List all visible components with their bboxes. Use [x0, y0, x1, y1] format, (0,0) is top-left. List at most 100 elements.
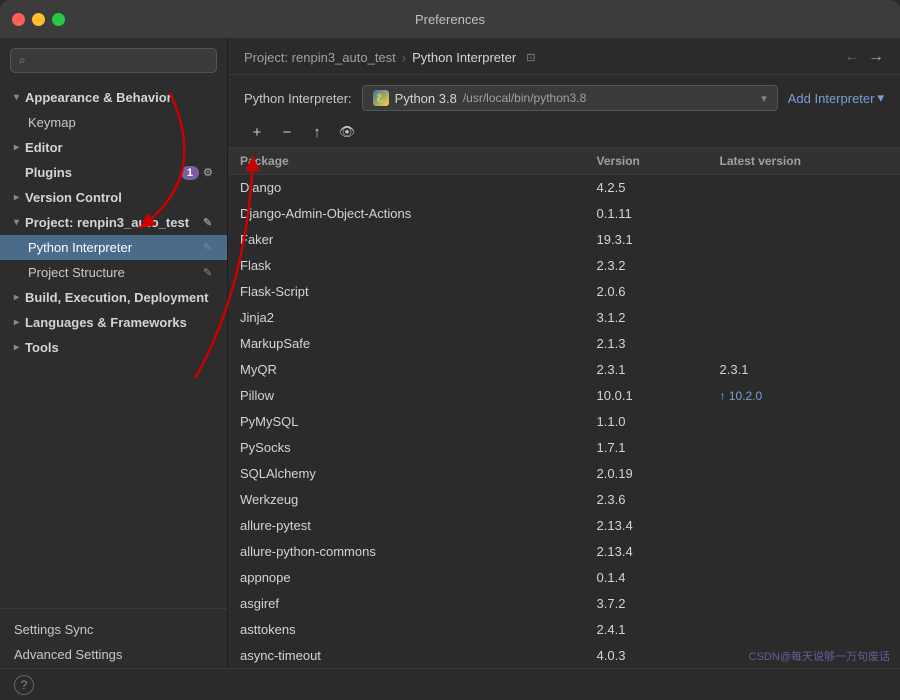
table-row[interactable]: Werkzeug2.3.6: [228, 487, 900, 513]
breadcrumb-current: Python Interpreter: [412, 50, 516, 65]
update-available-label: ↑ 10.2.0: [720, 389, 763, 403]
sidebar-item-plugins[interactable]: ▸ Plugins 1 ⚙: [0, 160, 227, 185]
package-latest-cell: [708, 435, 900, 461]
package-name-cell: Flask-Script: [228, 279, 585, 305]
main-layout: ⌕ ▾ Appearance & Behavior Keymap ▸ Edito…: [0, 38, 900, 700]
sidebar-item-project[interactable]: ▾ Project: renpin3_auto_test ✎: [0, 210, 227, 235]
package-version-cell: 2.4.1: [585, 617, 708, 643]
chevron-icon: ▾: [14, 217, 19, 228]
sidebar-item-languages-frameworks[interactable]: ▸ Languages & Frameworks: [0, 310, 227, 335]
edit-icon: ✎: [203, 266, 217, 280]
settings-icon: ⚙: [203, 166, 217, 180]
add-interpreter-button[interactable]: Add Interpreter ▾: [788, 90, 884, 106]
package-version-cell: 4.0.3: [585, 643, 708, 669]
search-box[interactable]: ⌕: [10, 48, 217, 73]
package-name-cell: Werkzeug: [228, 487, 585, 513]
sidebar-item-build-execution[interactable]: ▸ Build, Execution, Deployment: [0, 285, 227, 310]
minimize-button[interactable]: [32, 13, 45, 26]
table-row[interactable]: allure-pytest2.13.4: [228, 513, 900, 539]
maximize-button[interactable]: [52, 13, 65, 26]
breadcrumb-pin-icon: ⊡: [526, 51, 535, 64]
package-name-cell: SQLAlchemy: [228, 461, 585, 487]
chevron-icon: ▾: [14, 92, 19, 103]
table-row[interactable]: MarkupSafe2.1.3: [228, 331, 900, 357]
package-latest-cell: [708, 175, 900, 201]
package-name-cell: Pillow: [228, 383, 585, 409]
package-version-cell: 3.7.2: [585, 591, 708, 617]
table-row[interactable]: Django-Admin-Object-Actions0.1.11: [228, 201, 900, 227]
package-name-cell: PyMySQL: [228, 409, 585, 435]
package-version-cell: 2.3.1: [585, 357, 708, 383]
help-button[interactable]: ?: [14, 675, 34, 695]
package-latest-cell: [708, 409, 900, 435]
breadcrumb-separator: ›: [402, 50, 406, 65]
package-version-cell: 10.0.1: [585, 383, 708, 409]
table-row[interactable]: Pillow10.0.1 ↑ 10.2.0: [228, 383, 900, 409]
package-version-cell: 19.3.1: [585, 227, 708, 253]
package-latest-cell: [708, 201, 900, 227]
sidebar-content: ▾ Appearance & Behavior Keymap ▸ Editor …: [0, 81, 227, 608]
sidebar-item-keymap[interactable]: Keymap: [0, 110, 227, 135]
table-row[interactable]: asttokens2.4.1: [228, 617, 900, 643]
close-button[interactable]: [12, 13, 25, 26]
sidebar-item-settings-sync[interactable]: Settings Sync: [14, 617, 213, 642]
sidebar-item-editor[interactable]: ▸ Editor: [0, 135, 227, 160]
sidebar-item-tools[interactable]: ▸ Tools: [0, 335, 227, 360]
remove-package-button[interactable]: −: [274, 121, 300, 143]
table-row[interactable]: Flask2.3.2: [228, 253, 900, 279]
show-details-button[interactable]: 👁: [334, 121, 360, 143]
upgrade-package-button[interactable]: ↑: [304, 121, 330, 143]
package-version-cell: 2.3.6: [585, 487, 708, 513]
interpreter-dropdown[interactable]: 🐍 Python 3.8 /usr/local/bin/python3.8 ▾: [362, 85, 778, 111]
package-latest-cell: [708, 305, 900, 331]
edit-icon: ✎: [203, 241, 217, 255]
package-version-cell: 2.13.4: [585, 513, 708, 539]
package-name-cell: allure-python-commons: [228, 539, 585, 565]
package-table: Package Version Latest version Django4.2…: [228, 148, 900, 700]
package-name-cell: asttokens: [228, 617, 585, 643]
table-row[interactable]: Flask-Script2.0.6: [228, 279, 900, 305]
package-version-cell: 1.7.1: [585, 435, 708, 461]
add-package-button[interactable]: +: [244, 121, 270, 143]
package-version-cell: 0.1.11: [585, 201, 708, 227]
table-row[interactable]: allure-python-commons2.13.4: [228, 539, 900, 565]
table-row[interactable]: PyMySQL1.1.0: [228, 409, 900, 435]
search-input[interactable]: [32, 54, 208, 68]
sidebar-item-version-control[interactable]: ▸ Version Control: [0, 185, 227, 210]
table-row[interactable]: Jinja23.1.2: [228, 305, 900, 331]
window-title: Preferences: [415, 12, 485, 27]
package-name-cell: Jinja2: [228, 305, 585, 331]
sidebar-item-project-structure[interactable]: Project Structure ✎: [0, 260, 227, 285]
package-latest-cell: [708, 279, 900, 305]
sidebar-item-appearance-behavior[interactable]: ▾ Appearance & Behavior: [0, 85, 227, 110]
sidebar-item-advanced-settings[interactable]: Advanced Settings: [14, 642, 213, 667]
package-version-cell: 1.1.0: [585, 409, 708, 435]
interpreter-label: Python Interpreter:: [244, 91, 352, 106]
table-row[interactable]: Faker19.3.1: [228, 227, 900, 253]
package-version-cell: 2.3.2: [585, 253, 708, 279]
table-row[interactable]: asgiref3.7.2: [228, 591, 900, 617]
table-row[interactable]: MyQR2.3.12.3.1: [228, 357, 900, 383]
watermark: CSDN@每天说够一万句废话: [749, 648, 890, 664]
package-name-cell: MarkupSafe: [228, 331, 585, 357]
package-latest-cell: [708, 513, 900, 539]
package-name-cell: Faker: [228, 227, 585, 253]
forward-arrow[interactable]: →: [868, 48, 884, 66]
table-row[interactable]: Django4.2.5: [228, 175, 900, 201]
plugins-badge: 1: [181, 166, 199, 180]
table-row[interactable]: SQLAlchemy2.0.19: [228, 461, 900, 487]
package-latest-cell: ↑ 10.2.0: [708, 383, 900, 409]
title-bar: Preferences: [0, 0, 900, 38]
package-latest-cell: [708, 591, 900, 617]
eye-icon: 👁: [339, 124, 356, 140]
package-table-container[interactable]: Package Version Latest version Django4.2…: [228, 148, 900, 700]
col-latest: Latest version: [708, 148, 900, 175]
back-arrow[interactable]: ←: [844, 48, 860, 66]
table-row[interactable]: appnope0.1.4: [228, 565, 900, 591]
sidebar-item-python-interpreter[interactable]: Python Interpreter ✎: [0, 235, 227, 260]
breadcrumb-bar: Project: renpin3_auto_test › Python Inte…: [228, 38, 900, 75]
table-row[interactable]: PySocks1.7.1: [228, 435, 900, 461]
package-version-cell: 2.13.4: [585, 539, 708, 565]
interpreter-path: /usr/local/bin/python3.8: [463, 91, 586, 105]
breadcrumb: Project: renpin3_auto_test › Python Inte…: [244, 50, 535, 65]
